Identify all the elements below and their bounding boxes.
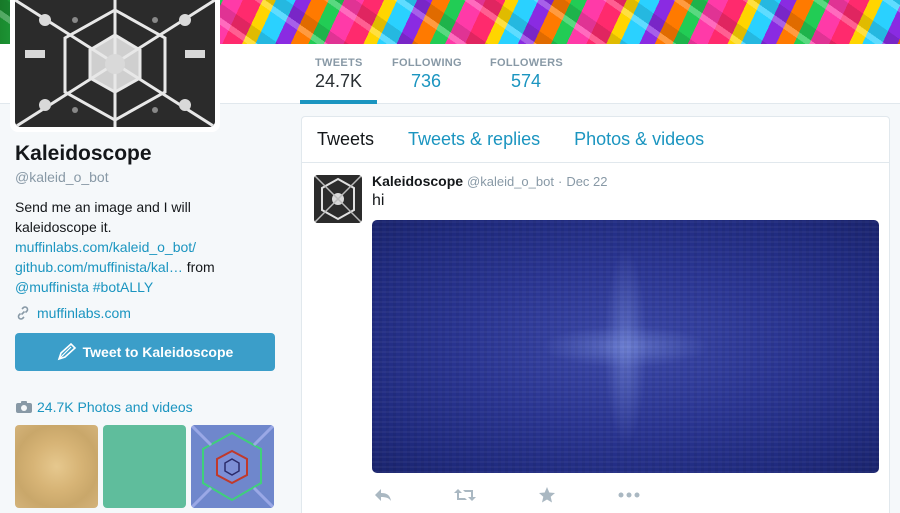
tweet-to-label: Tweet to Kaleidoscope	[82, 344, 234, 360]
stat-value: 24.7K	[315, 71, 363, 91]
stat-label: TWEETS	[315, 57, 363, 69]
tweet-author-handle[interactable]: @kaleid_o_bot	[467, 174, 554, 189]
profile-url-row: muffinlabs.com	[15, 305, 280, 321]
photos-videos-label: 24.7K Photos and videos	[37, 399, 193, 415]
tweet-avatar[interactable]	[314, 175, 362, 223]
stat-label: FOLLOWING	[392, 57, 462, 69]
tab-photos-videos[interactable]: Photos & videos	[574, 129, 704, 150]
more-icon	[618, 492, 640, 498]
stat-label: FOLLOWERS	[490, 57, 563, 69]
bio-hashtag[interactable]: #botALLY	[93, 279, 153, 295]
tweet[interactable]: Kaleidoscope @kaleid_o_bot · Dec 22 hi	[302, 163, 889, 507]
star-icon	[539, 487, 555, 503]
stat-followers[interactable]: FOLLOWERS 574	[490, 57, 563, 92]
bio-mention[interactable]: @muffinista	[15, 279, 89, 295]
tweet-author-name[interactable]: Kaleidoscope	[372, 173, 463, 189]
camera-icon	[16, 401, 32, 413]
media-thumbnail[interactable]	[191, 425, 274, 508]
tweet-header: Kaleidoscope @kaleid_o_bot · Dec 22	[372, 173, 877, 189]
favorite-button[interactable]	[536, 486, 558, 504]
stat-tweets[interactable]: TWEETS 24.7K	[315, 57, 363, 92]
tweet-separator: ·	[557, 174, 563, 189]
bio-link-muffinlabs[interactable]: muffinlabs.com/kaleid_o_bot/	[15, 239, 196, 255]
tweet-text: hi	[372, 192, 385, 209]
profile-avatar-frame	[10, 0, 220, 132]
bio-text: Send me an image and I will kaleidoscope…	[15, 199, 191, 235]
profile-handle[interactable]: @kaleid_o_bot	[15, 169, 280, 185]
tab-tweets-replies[interactable]: Tweets & replies	[408, 129, 540, 150]
reply-icon	[375, 489, 391, 501]
profile-bio: Send me an image and I will kaleidoscope…	[15, 197, 230, 297]
tweet-timestamp[interactable]: Dec 22	[566, 174, 607, 189]
tab-tweets[interactable]: Tweets	[317, 129, 374, 150]
timeline-tabs: Tweets Tweets & replies Photos & videos	[302, 117, 889, 163]
retweet-icon	[454, 489, 476, 501]
media-thumbnails	[15, 425, 274, 508]
compose-icon	[57, 343, 76, 361]
retweet-button[interactable]	[454, 486, 476, 504]
active-stat-indicator	[300, 100, 377, 104]
timeline: Tweets Tweets & replies Photos & videos …	[301, 116, 890, 513]
stat-value: 736	[411, 71, 442, 91]
more-button[interactable]	[618, 486, 640, 504]
stat-value: 574	[511, 71, 542, 91]
tweet-actions	[372, 483, 877, 507]
profile-name[interactable]: Kaleidoscope	[15, 142, 280, 166]
reply-button[interactable]	[372, 486, 394, 504]
link-icon	[17, 306, 29, 320]
media-thumbnail[interactable]	[103, 425, 186, 508]
profile-url[interactable]: muffinlabs.com	[37, 305, 131, 321]
tweet-to-button[interactable]: Tweet to Kaleidoscope	[15, 333, 275, 371]
bio-link-github[interactable]: github.com/muffinista/kal…	[15, 259, 183, 275]
tweet-media-image[interactable]	[372, 220, 879, 473]
profile-avatar[interactable]	[15, 0, 215, 127]
stat-following[interactable]: FOLLOWING 736	[392, 57, 462, 92]
media-thumbnail[interactable]	[15, 425, 98, 508]
bio-from-text: from	[182, 259, 215, 275]
photos-videos-link[interactable]: 24.7K Photos and videos	[15, 399, 193, 415]
profile-card: Kaleidoscope @kaleid_o_bot Send me an im…	[15, 142, 280, 371]
